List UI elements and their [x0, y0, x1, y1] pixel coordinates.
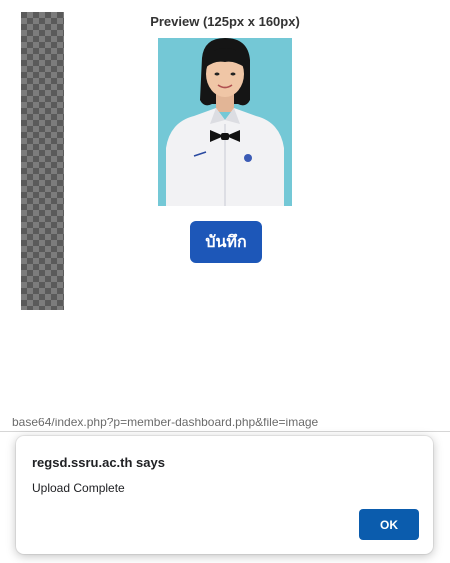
ok-button[interactable]: OK [359, 509, 419, 540]
save-button[interactable]: บันทึก [190, 221, 262, 263]
url-text-label: base64/index.php?p=member-dashboard.php&… [12, 418, 319, 429]
dialog-message: Upload Complete [32, 481, 125, 495]
alert-dialog: regsd.ssru.ac.th says Upload Complete OK [16, 436, 433, 554]
divider [0, 431, 450, 432]
profile-photo-preview [158, 38, 292, 206]
dialog-title: regsd.ssru.ac.th says [32, 455, 165, 470]
background-url-text: base64/index.php?p=member-dashboard.php&… [12, 418, 438, 432]
preview-title: Preview (125px x 160px) [150, 14, 300, 29]
image-crop-area[interactable] [21, 12, 64, 310]
